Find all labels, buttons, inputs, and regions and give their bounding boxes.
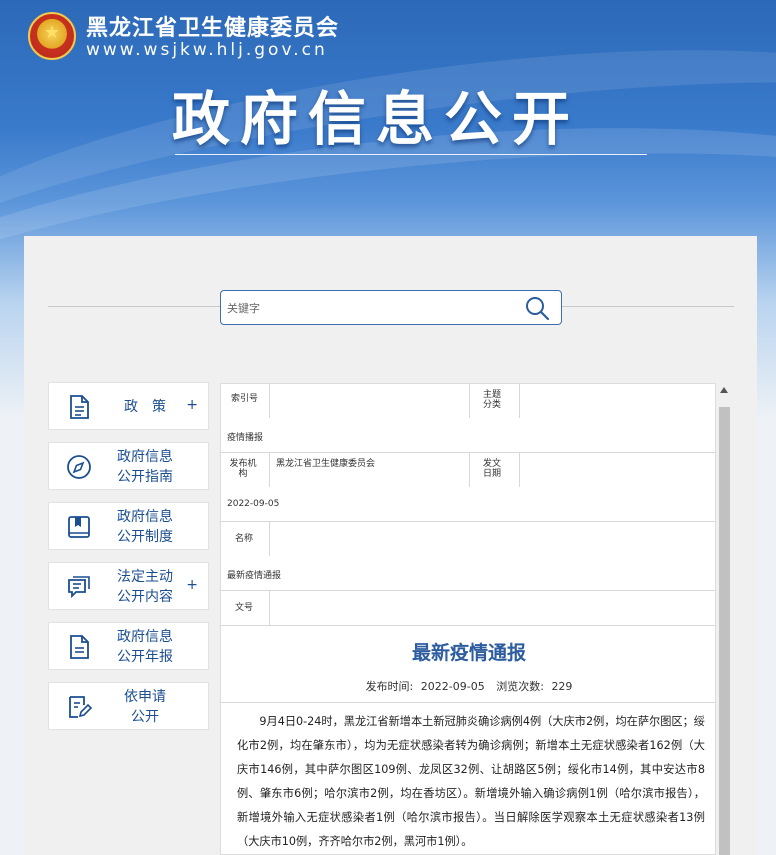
issuer-label: 发布机构 [229, 459, 257, 479]
index-value [270, 384, 470, 418]
edit-form-icon [69, 696, 93, 718]
meta-row: 名称 最新疫情通报 [221, 522, 715, 591]
sidebar-item-on-request[interactable]: 依申请 公开 [48, 682, 209, 730]
sidebar-item-policy[interactable]: 政 策 + [48, 382, 209, 430]
index-label: 索引号 [231, 394, 259, 404]
content-panel: 政 策 + 政府信息 公开指南 政府信息 公开制度 法定主动 公开内容 + [24, 236, 757, 855]
page-title: 政府信息公开 [172, 85, 581, 153]
sidebar-item-label: 政府信息 公开年报 [117, 629, 173, 665]
publish-label: 发布时间: [365, 680, 414, 693]
report-icon [70, 635, 89, 659]
views-count: 229 [551, 680, 573, 693]
name-label: 名称 [235, 534, 254, 544]
name-value: 最新疫情通报 [227, 571, 282, 581]
expand-icon[interactable]: + [186, 397, 198, 413]
document-panel: 索引号 主题分类 疫情播报 发布机构 黑龙江省卫生健康委员会 发文日期 2022… [220, 383, 716, 855]
views-label: 浏览次数: [496, 680, 544, 693]
sidebar-item-label: 依申请 公开 [124, 689, 166, 725]
divider [48, 306, 220, 307]
docno-label: 文号 [235, 603, 254, 613]
sidebar-item-label: 政 策 [124, 399, 166, 415]
divider [221, 702, 715, 703]
sidebar-item-label: 政府信息 公开指南 [117, 449, 173, 485]
site-name[interactable]: 黑龙江省卫生健康委员会 [86, 10, 339, 42]
search-icon[interactable] [523, 295, 551, 321]
title-underline [175, 154, 647, 155]
sidebar-item-system[interactable]: 政府信息 公开制度 [48, 502, 209, 550]
chat-list-icon [68, 576, 90, 599]
expand-icon[interactable]: + [186, 577, 198, 593]
search-box [220, 290, 562, 325]
scroll-up-icon[interactable] [720, 387, 728, 393]
divider [562, 306, 734, 307]
book-icon [68, 516, 90, 538]
compass-icon [67, 455, 91, 479]
sidebar-item-label: 政府信息 公开制度 [117, 509, 173, 545]
article-body: 9月4日0-24时，黑龙江省新增本土新冠肺炎确诊病例4例（大庆市2例，均在萨尔图… [237, 715, 705, 848]
meta-row: 索引号 主题分类 疫情播报 [221, 384, 715, 453]
sidebar-item-label: 法定主动 公开内容 [117, 569, 173, 605]
sidebar-item-statutory[interactable]: 法定主动 公开内容 + [48, 562, 209, 610]
sidebar-item-guide[interactable]: 政府信息 公开指南 [48, 442, 209, 490]
category-label: 主题分类 [482, 390, 501, 410]
scrollbar[interactable] [717, 383, 732, 855]
national-emblem-icon: ★ [28, 12, 76, 60]
date-label: 发文日期 [482, 459, 501, 479]
search-input[interactable] [227, 297, 517, 319]
meta-row: 发布机构 黑龙江省卫生健康委员会 发文日期 2022-09-05 [221, 453, 715, 522]
category-value: 疫情播报 [227, 433, 264, 443]
publish-date: 2022-09-05 [420, 680, 485, 693]
issuer-value: 黑龙江省卫生健康委员会 [276, 459, 376, 469]
article-title: 最新疫情通报 [411, 642, 526, 664]
date-value: 2022-09-05 [227, 499, 280, 509]
sidebar-item-annual-report[interactable]: 政府信息 公开年报 [48, 622, 209, 670]
document-icon [70, 395, 89, 419]
scrollbar-thumb[interactable] [719, 407, 730, 855]
site-url[interactable]: www.wsjkw.hlj.gov.cn [86, 40, 328, 60]
article-info: 发布时间: 2022-09-05 浏览次数: 229 [221, 678, 715, 694]
meta-row: 文号 [221, 591, 715, 626]
